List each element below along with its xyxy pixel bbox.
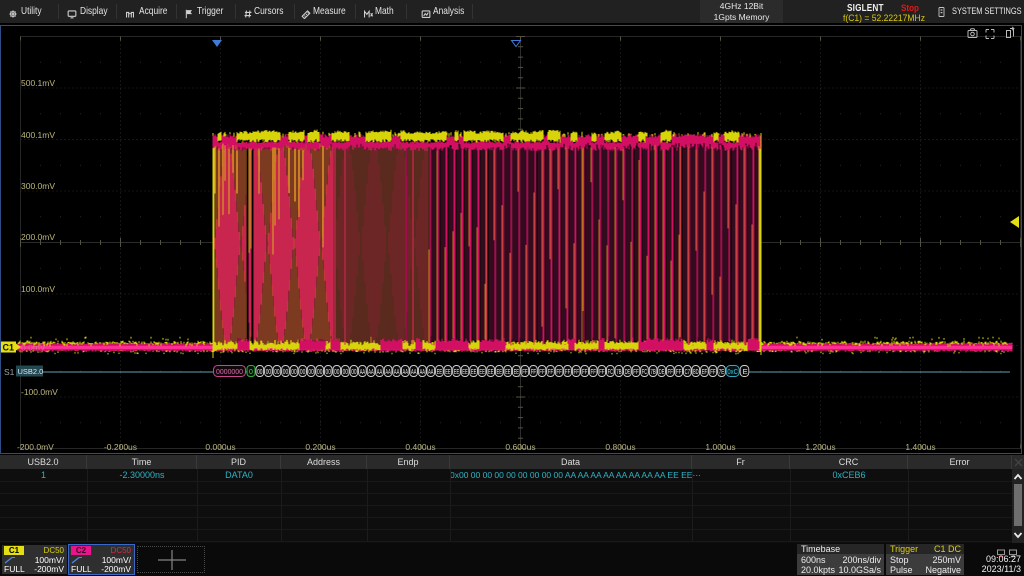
svg-text:0.000us: 0.000us (205, 442, 235, 452)
svg-text:FF: FF (599, 367, 605, 376)
svg-text:FF: FF (556, 367, 562, 376)
svg-text:DE: DE (625, 367, 630, 376)
svg-text:1.000us: 1.000us (705, 442, 735, 452)
svg-text:USB2.0: USB2.0 (18, 367, 44, 376)
svg-text:AA: AA (411, 367, 416, 376)
svg-text:FF: FF (582, 367, 588, 376)
svg-text:0.200us: 0.200us (305, 442, 335, 452)
svg-text:S1: S1 (4, 367, 15, 377)
svg-text:400.1mV: 400.1mV (21, 130, 55, 140)
svg-text:EE: EE (479, 367, 484, 376)
svg-text:7B: 7B (616, 367, 621, 376)
svg-text:00: 00 (283, 367, 288, 376)
svg-text:00: 00 (266, 367, 271, 376)
svg-text:FF: FF (668, 367, 674, 376)
svg-text:EE: EE (497, 367, 502, 376)
svg-text:FC: FC (642, 367, 648, 376)
svg-text:DE: DE (659, 367, 664, 376)
svg-text:FF: FF (633, 367, 639, 376)
svg-text:AA: AA (394, 367, 399, 376)
svg-text:AA: AA (428, 367, 433, 376)
svg-text:EE: EE (445, 367, 450, 376)
svg-text:00: 00 (351, 367, 356, 376)
svg-text:C1: C1 (3, 343, 15, 353)
svg-text:FF: FF (574, 367, 580, 376)
svg-text:0.400us: 0.400us (405, 442, 435, 452)
svg-text:FF: FF (531, 367, 537, 376)
svg-text:E: E (743, 367, 748, 376)
svg-text:C7: C7 (685, 367, 690, 376)
svg-text:100.0mV: 100.0mV (21, 284, 55, 294)
svg-text:AA: AA (368, 367, 373, 376)
svg-text:FF: FF (565, 367, 571, 376)
svg-text:7E: 7E (719, 367, 724, 376)
svg-text:-200.0mV: -200.0mV (17, 442, 54, 452)
svg-text:AA: AA (403, 367, 408, 376)
svg-text:-0.200us: -0.200us (104, 442, 137, 452)
svg-text:00: 00 (300, 367, 305, 376)
svg-text:00: 00 (326, 367, 331, 376)
svg-text:00: 00 (343, 367, 348, 376)
svg-text:EE: EE (505, 367, 510, 376)
svg-text:BD: BD (693, 367, 699, 376)
svg-text:00: 00 (308, 367, 313, 376)
svg-text:FF: FF (710, 367, 716, 376)
svg-text:FF: FF (522, 367, 528, 376)
svg-text:500.1mV: 500.1mV (21, 78, 55, 88)
svg-text:FF: FF (548, 367, 554, 376)
svg-text:0.800us: 0.800us (605, 442, 635, 452)
svg-text:00: 00 (291, 367, 296, 376)
svg-text:1.200us: 1.200us (805, 442, 835, 452)
svg-text:AA: AA (360, 367, 365, 376)
svg-text:AA: AA (420, 367, 425, 376)
svg-text:FF: FF (676, 367, 682, 376)
svg-text:EE: EE (462, 367, 467, 376)
svg-text:200.0mV: 200.0mV (21, 232, 55, 242)
svg-text:0: 0 (249, 369, 253, 376)
svg-text:EE: EE (471, 367, 476, 376)
svg-text:0.0mV: 0.0mV (21, 343, 46, 353)
svg-text:EE: EE (437, 367, 442, 376)
svg-text:0.600us: 0.600us (505, 442, 535, 452)
svg-text:-100.0mV: -100.0mV (21, 387, 58, 397)
svg-text:0xC: 0xC (727, 367, 738, 376)
svg-text:EE: EE (454, 367, 459, 376)
svg-text:1.400us: 1.400us (905, 442, 935, 452)
svg-text:FC: FC (608, 367, 614, 376)
svg-text:7B: 7B (650, 367, 655, 376)
svg-text:00: 00 (334, 367, 339, 376)
svg-text:AA: AA (385, 367, 390, 376)
svg-text:EE: EE (488, 367, 493, 376)
svg-text:AA: AA (377, 367, 382, 376)
svg-text:00: 00 (274, 367, 279, 376)
svg-text:300.0mV: 300.0mV (21, 181, 55, 191)
svg-text:FF: FF (539, 367, 545, 376)
svg-text:00: 00 (257, 367, 262, 376)
svg-text:EE: EE (514, 367, 519, 376)
svg-text:FF: FF (591, 367, 597, 376)
svg-text:00: 00 (317, 367, 322, 376)
svg-text:EF: EF (702, 367, 708, 376)
svg-text:0000000: 0000000 (216, 369, 243, 376)
